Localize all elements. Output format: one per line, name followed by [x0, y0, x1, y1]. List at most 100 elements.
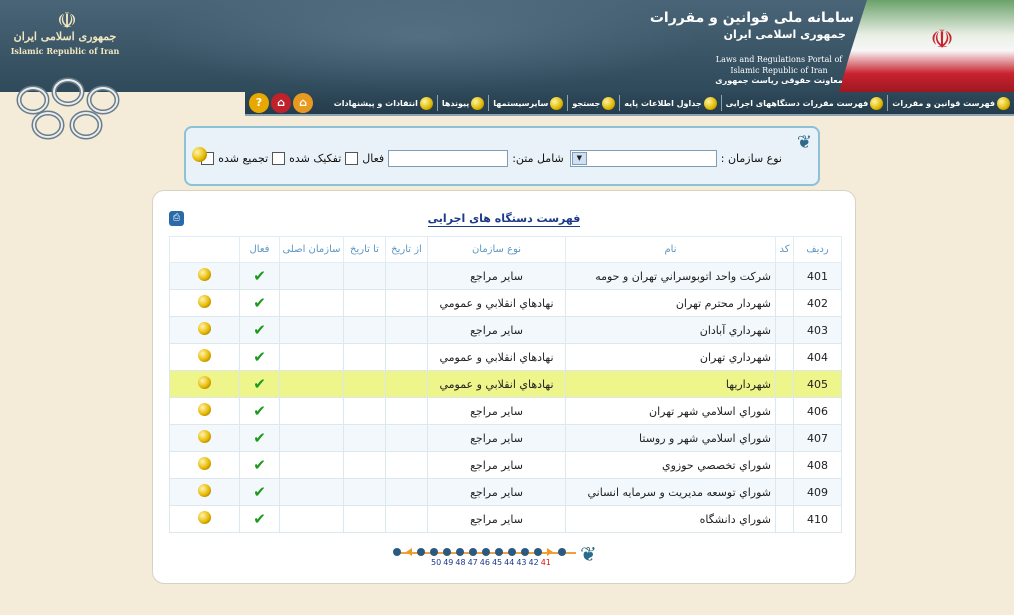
- nav-base-tables[interactable]: جداول اطلاعات پایه: [624, 92, 717, 114]
- nav-feedback[interactable]: انتقادات و پیشنهادات: [334, 92, 433, 114]
- page-link[interactable]: 46: [480, 558, 490, 567]
- page-link[interactable]: 43: [516, 558, 526, 567]
- page-link[interactable]: 44: [504, 558, 514, 567]
- pager-dot[interactable]: [469, 548, 477, 556]
- org-name: شوراي اسلامي شهر و روستا: [565, 424, 776, 452]
- pager-dot[interactable]: [456, 548, 464, 556]
- org-name: شوراي توسعه مديريت و سرمايه انساني: [565, 478, 776, 506]
- other-systems-icon: [550, 96, 564, 110]
- active-check-icon: ✔: [253, 510, 266, 528]
- view-details-icon[interactable]: [198, 430, 211, 443]
- org-name: شهرداريها: [565, 370, 776, 398]
- view-details-icon[interactable]: [198, 457, 211, 470]
- row-number: 404: [793, 343, 842, 371]
- homepage-button[interactable]: ⌂: [293, 93, 313, 113]
- pager-dot[interactable]: [482, 548, 490, 556]
- page-link-current[interactable]: 41: [541, 558, 551, 567]
- pager-dots: [393, 548, 566, 556]
- page-link[interactable]: 47: [468, 558, 478, 567]
- table-row[interactable]: 407 شوراي اسلامي شهر و روستا ساير مراجع …: [169, 424, 842, 452]
- view-details-icon[interactable]: [198, 322, 211, 335]
- table-row-selected[interactable]: 405 شهرداريها نهادهاي انقلابي و عمومي ✔: [169, 370, 842, 398]
- table-header-row: رديف کد نام نوع سازمان از تاريخ تا تاريخ…: [169, 236, 842, 263]
- col-header-from-date[interactable]: از تاريخ: [385, 236, 428, 263]
- page-link[interactable]: 42: [529, 558, 539, 567]
- nav-quick-buttons: ? ⌂ ⌂: [249, 93, 313, 113]
- row-number: 401: [793, 262, 842, 290]
- active-check-icon: ✔: [253, 294, 266, 312]
- portal-subtitle: جمهوری اسلامی ایران: [723, 28, 846, 41]
- org-type-select[interactable]: ▼: [569, 150, 717, 167]
- table-row[interactable]: 402 شهردار محترم تهران نهادهاي انقلابي و…: [169, 289, 842, 317]
- portal-title: سامانه ملی قوانین و مقررات: [649, 10, 854, 26]
- page-link[interactable]: 50: [431, 558, 441, 567]
- org-name: شوراي دانشگاه: [565, 505, 776, 533]
- col-header-org-type[interactable]: نوع سازمان: [427, 236, 566, 263]
- table-row[interactable]: 401 شرکت واحد اتوبوسراني تهران و حومه سا…: [169, 262, 842, 290]
- pager-prev-icon[interactable]: [406, 548, 412, 556]
- table-row[interactable]: 409 شوراي توسعه مديريت و سرمايه انساني س…: [169, 478, 842, 506]
- pager-dot[interactable]: [417, 548, 425, 556]
- pager-dot[interactable]: [393, 548, 401, 556]
- org-type: ساير مراجع: [427, 505, 566, 533]
- table-row[interactable]: 403 شهرداري آبادان ساير مراجع ✔: [169, 316, 842, 344]
- table-row[interactable]: 404 شهرداري تهران نهادهاي انقلابي و عموم…: [169, 343, 842, 371]
- pager-dot[interactable]: [521, 548, 529, 556]
- pager-dot[interactable]: [558, 548, 566, 556]
- active-check-icon: ✔: [253, 348, 266, 366]
- col-header-parent-org[interactable]: سازمان اصلی: [279, 236, 344, 263]
- org-name: شهرداري آبادان: [565, 316, 776, 344]
- col-header-code[interactable]: کد: [775, 236, 794, 263]
- view-details-icon[interactable]: [198, 511, 211, 524]
- nav-executive-regulations[interactable]: فهرست مقررات دستگاههای اجرایی: [726, 92, 884, 114]
- view-details-icon[interactable]: [198, 484, 211, 497]
- pager-dot[interactable]: [495, 548, 503, 556]
- help-button[interactable]: ?: [249, 93, 269, 113]
- pager-dot[interactable]: [443, 548, 451, 556]
- nav-search[interactable]: جستجو: [572, 92, 616, 114]
- separated-checkbox[interactable]: [272, 152, 286, 165]
- pager-dot[interactable]: [508, 548, 516, 556]
- active-check-icon: ✔: [253, 267, 266, 285]
- table-row[interactable]: 410 شوراي دانشگاه ساير مراجع ✔: [169, 505, 842, 533]
- row-number: 403: [793, 316, 842, 344]
- pager-next-icon[interactable]: [547, 548, 553, 556]
- nav-links[interactable]: پیوندها: [442, 92, 485, 114]
- org-type: نهادهاي انقلابي و عمومي: [427, 370, 566, 398]
- org-type: ساير مراجع: [427, 397, 566, 425]
- nav-laws-list[interactable]: فهرست قوانين و مقررات: [892, 92, 1010, 114]
- view-details-icon[interactable]: [198, 295, 211, 308]
- col-header-row-number[interactable]: رديف: [793, 236, 842, 263]
- search-button[interactable]: [192, 147, 207, 162]
- col-header-active[interactable]: فعال: [239, 236, 280, 263]
- pager-dot[interactable]: [534, 548, 542, 556]
- table-row[interactable]: 406 شوراي اسلامي شهر تهران ساير مراجع ✔: [169, 397, 842, 425]
- col-header-to-date[interactable]: تا تاريخ: [343, 236, 386, 263]
- left-title: جمهوری اسلامی ایران: [13, 30, 117, 43]
- results-panel: ⎙ فهرست دستگاه های اجرایی رديف کد نام نو…: [152, 190, 856, 584]
- page-link[interactable]: 48: [455, 558, 465, 567]
- text-contains-label: شامل متن:: [512, 152, 564, 165]
- page-link[interactable]: 49: [443, 558, 453, 567]
- iran-flag: [839, 0, 1014, 92]
- col-header-actions: [169, 236, 240, 263]
- row-number: 410: [793, 505, 842, 533]
- page-link[interactable]: 45: [492, 558, 502, 567]
- nav-other-systems[interactable]: سایرسیستمها: [493, 92, 564, 114]
- col-header-name[interactable]: نام: [565, 236, 776, 263]
- links-icon: [471, 96, 485, 110]
- view-details-icon[interactable]: [198, 268, 211, 281]
- view-details-icon[interactable]: [198, 376, 211, 389]
- text-contains-input[interactable]: [388, 150, 509, 167]
- active-check-icon: ✔: [253, 429, 266, 447]
- corner-ornament-icon: ❦: [796, 132, 812, 153]
- base-tables-icon: [703, 96, 717, 110]
- active-checkbox[interactable]: [345, 152, 359, 165]
- view-details-icon[interactable]: [198, 349, 211, 362]
- table-row[interactable]: 408 شوراي تخصصي حوزوي ساير مراجع ✔: [169, 451, 842, 479]
- view-details-icon[interactable]: [198, 403, 211, 416]
- home-button[interactable]: ⌂: [271, 93, 291, 113]
- dropdown-arrow-icon[interactable]: ▼: [571, 152, 587, 165]
- org-type: نهادهاي انقلابي و عمومي: [427, 343, 566, 371]
- pager-dot[interactable]: [430, 548, 438, 556]
